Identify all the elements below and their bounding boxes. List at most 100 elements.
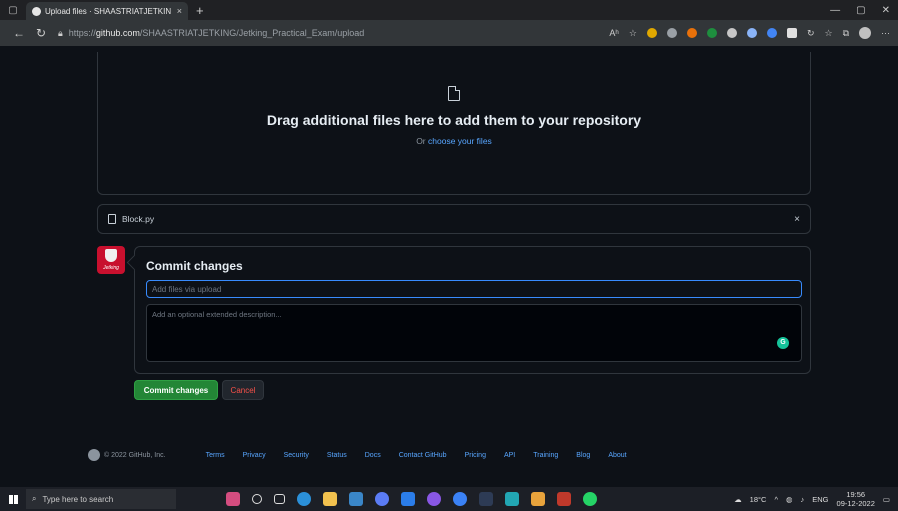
footer-link-about[interactable]: About	[608, 452, 626, 459]
file-drop-zone[interactable]: Drag additional files here to add them t…	[97, 52, 811, 195]
refresh-icon[interactable]: ↻	[30, 26, 52, 40]
back-arrow-icon[interactable]: ←	[8, 26, 30, 40]
vscode-icon[interactable]	[401, 492, 415, 506]
drop-zone-headline: Drag additional files here to add them t…	[266, 112, 642, 128]
github-desktop-icon[interactable]	[427, 492, 441, 506]
app-icon[interactable]	[505, 492, 519, 506]
terminal-icon[interactable]	[479, 492, 493, 506]
footer-link-privacy[interactable]: Privacy	[243, 452, 266, 459]
commit-form: Commit changes G	[134, 246, 811, 374]
footer-link-security[interactable]: Security	[284, 452, 309, 459]
cortana-icon[interactable]	[252, 494, 262, 504]
file-explorer-icon[interactable]	[323, 492, 337, 506]
drop-zone-subtext: Or choose your files	[98, 136, 810, 146]
read-aloud-icon[interactable]: Aʰ	[609, 28, 618, 38]
close-window-icon[interactable]: ✕	[882, 5, 890, 16]
or-text: Or	[416, 136, 426, 146]
file-icon	[108, 214, 116, 224]
new-tab-button[interactable]: +	[196, 3, 204, 18]
browser-tab-bar: ▢ Upload files · SHAASTRIATJETKIN × + — …	[0, 0, 898, 20]
notifications-icon[interactable]: ▭	[883, 495, 890, 504]
address-bar: ← ↻ 🔒︎ https://github.com/SHAASTRIATJETK…	[0, 20, 898, 46]
github-upload-page: Drag additional files here to add them t…	[0, 46, 898, 487]
browser-tab[interactable]: Upload files · SHAASTRIATJETKIN ×	[26, 2, 188, 20]
remove-file-icon[interactable]: ×	[794, 214, 800, 225]
extension-icon[interactable]	[646, 28, 657, 38]
footer-link-training[interactable]: Training	[533, 452, 558, 459]
commit-title: Commit changes	[146, 259, 243, 273]
favorite-star-icon[interactable]: ☆	[629, 28, 637, 39]
edge-icon[interactable]	[297, 492, 311, 506]
collections-icon[interactable]: ⧉	[843, 28, 849, 39]
copyright-text: © 2022 GitHub, Inc.	[104, 451, 166, 459]
task-view-icon[interactable]	[274, 494, 285, 504]
url-field[interactable]: https://github.com/SHAASTRIATJETKING/Jet…	[69, 28, 364, 38]
clock[interactable]: 19:56 09-12-2022	[837, 490, 875, 508]
url-path: /SHAASTRIATJETKING/Jetking_Practical_Exa…	[139, 28, 365, 38]
volume-icon[interactable]: ♪	[801, 495, 805, 504]
clock-time: 19:56	[846, 490, 866, 499]
avatar[interactable]: Jetking	[97, 246, 125, 274]
uploaded-file-row: Block.py ×	[97, 204, 811, 234]
store-icon[interactable]	[349, 492, 363, 506]
profile-avatar-icon[interactable]	[859, 27, 871, 39]
app-icon[interactable]	[453, 492, 467, 506]
extension-icon[interactable]	[786, 28, 797, 38]
app-icon[interactable]	[375, 492, 389, 506]
footer-link-contact[interactable]: Contact GitHub	[399, 452, 447, 459]
weather-icon[interactable]: ☁	[734, 495, 742, 504]
file-icon	[448, 86, 460, 101]
commit-summary-input[interactable]	[146, 280, 802, 298]
github-logo-icon[interactable]	[88, 449, 100, 461]
app-icon[interactable]	[531, 492, 545, 506]
url-prefix: https://	[68, 28, 96, 38]
extension-icon[interactable]	[726, 28, 737, 38]
footer-links: Terms Privacy Security Status Docs Conta…	[206, 452, 627, 459]
tab-close-icon[interactable]: ×	[177, 6, 182, 16]
footer-link-terms[interactable]: Terms	[206, 452, 225, 459]
windows-start-icon[interactable]	[0, 494, 26, 504]
footer-link-status[interactable]: Status	[327, 452, 347, 459]
jetking-logo-icon	[105, 249, 117, 262]
language-indicator[interactable]: ENG	[812, 495, 828, 504]
extension-icon[interactable]	[666, 28, 677, 38]
app-icon[interactable]	[557, 492, 571, 506]
url-domain: github.com	[95, 28, 140, 38]
footer-link-pricing[interactable]: Pricing	[465, 452, 486, 459]
taskbar-search[interactable]: ⌕ Type here to search	[26, 489, 176, 509]
system-tray: ☁ 18°C ^ ◍ ♪ ENG 19:56 09-12-2022 ▭	[734, 490, 898, 508]
commit-description-input[interactable]	[146, 304, 802, 362]
extension-icon[interactable]	[686, 28, 697, 38]
more-menu-icon[interactable]: ···	[881, 28, 890, 38]
footer-link-api[interactable]: API	[504, 452, 515, 459]
footer-link-blog[interactable]: Blog	[576, 452, 590, 459]
refresh-extension-icon[interactable]: ↻	[807, 28, 815, 39]
tab-title: Upload files · SHAASTRIATJETKIN	[45, 6, 172, 16]
network-icon[interactable]: ◍	[786, 495, 793, 504]
cancel-button[interactable]: Cancel	[222, 380, 264, 400]
extension-icon[interactable]	[766, 28, 777, 38]
footer-link-docs[interactable]: Docs	[365, 452, 381, 459]
tab-actions-icon[interactable]: ▢	[0, 0, 26, 20]
maximize-icon[interactable]: ▢	[856, 5, 865, 16]
weather-temp[interactable]: 18°C	[750, 495, 767, 504]
whatsapp-icon[interactable]	[583, 492, 597, 506]
tray-chevron-icon[interactable]: ^	[774, 495, 778, 504]
search-icon: ⌕	[32, 494, 37, 503]
footer: © 2022 GitHub, Inc. Terms Privacy Securi…	[88, 444, 808, 466]
favorites-icon[interactable]: ☆	[824, 28, 832, 39]
choose-files-link[interactable]: choose your files	[428, 136, 492, 146]
news-widget-icon[interactable]	[226, 492, 240, 506]
taskbar-search-placeholder: Type here to search	[42, 494, 114, 504]
extension-icon[interactable]	[706, 28, 717, 38]
github-favicon-icon	[32, 6, 41, 16]
taskbar-apps	[226, 492, 597, 506]
commit-changes-button[interactable]: Commit changes	[134, 380, 218, 400]
lock-icon[interactable]: 🔒︎	[58, 28, 63, 39]
grammarly-icon[interactable]: G	[777, 337, 789, 349]
windows-taskbar: ⌕ Type here to search ☁ 18°C ^ ◍ ♪ ENG 1…	[0, 487, 898, 511]
window-controls: — ▢ ✕	[830, 5, 898, 16]
file-name: Block.py	[122, 214, 155, 224]
extension-icon[interactable]	[746, 28, 757, 38]
minimize-icon[interactable]: —	[830, 5, 840, 16]
